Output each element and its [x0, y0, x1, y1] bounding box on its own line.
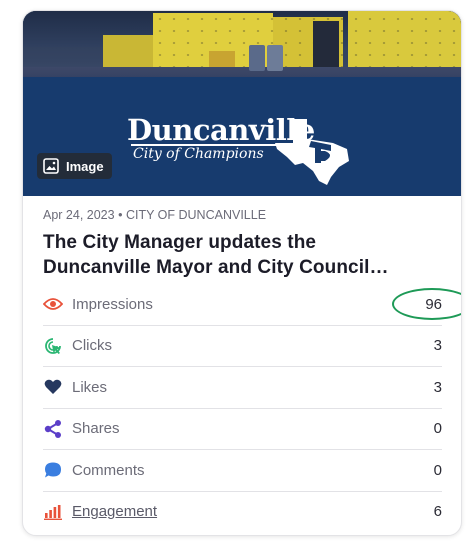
stat-label: Comments: [72, 461, 145, 479]
stat-row-likes: Likes 3: [43, 367, 442, 409]
post-image[interactable]: Duncanville City of Champions Image: [23, 11, 461, 196]
post-date: Apr 24, 2023: [43, 208, 115, 222]
engagement-link[interactable]: Engagement: [72, 503, 157, 520]
stats-list: Impressions 96 Clicks 3 Likes 3 Shares 0…: [43, 284, 461, 533]
stat-label: Clicks: [72, 337, 112, 355]
stat-label: Likes: [72, 378, 108, 396]
stat-label: Impressions: [72, 295, 153, 313]
post-meta: Apr 24, 2023 • CITY OF DUNCANVILLE: [43, 208, 266, 222]
comment-icon: [43, 460, 63, 480]
heart-icon: [43, 377, 63, 397]
stat-value: 3: [433, 337, 442, 355]
stat-value: 3: [433, 378, 442, 396]
post-title-line-2: Duncanville Mayor and City Council…: [43, 257, 389, 278]
post-card[interactable]: Duncanville City of Champions Image Apr …: [22, 10, 462, 536]
eye-icon: [43, 294, 63, 314]
stat-value: 0: [433, 461, 442, 479]
highlight-circle: [392, 288, 461, 320]
stat-row-engagement[interactable]: Engagement 6: [43, 492, 442, 533]
share-icon: [43, 419, 63, 439]
stat-row-comments: Comments 0: [43, 450, 442, 492]
stat-value: 0: [433, 420, 442, 438]
stat-row-impressions: Impressions 96: [43, 284, 461, 326]
stat-value: 6: [433, 503, 442, 521]
account-name: CITY OF DUNCANVILLE: [125, 208, 267, 222]
stat-row-shares: Shares 0: [43, 409, 442, 450]
cursor-click-icon: [43, 336, 63, 356]
texas-logo-icon: [275, 119, 349, 185]
city-logo-subtitle: City of Champions: [133, 146, 264, 162]
bar-chart-icon: [43, 502, 63, 522]
meta-separator: •: [118, 208, 123, 222]
stat-label: Shares: [72, 420, 120, 438]
post-title-line-1: The City Manager updates the: [43, 232, 317, 253]
media-type-label: Image: [66, 158, 104, 174]
image-icon: [43, 158, 59, 174]
stat-row-clicks: Clicks 3: [43, 326, 442, 367]
post-title[interactable]: The City Manager updates the Duncanville…: [43, 230, 448, 280]
media-type-badge: Image: [37, 153, 112, 179]
